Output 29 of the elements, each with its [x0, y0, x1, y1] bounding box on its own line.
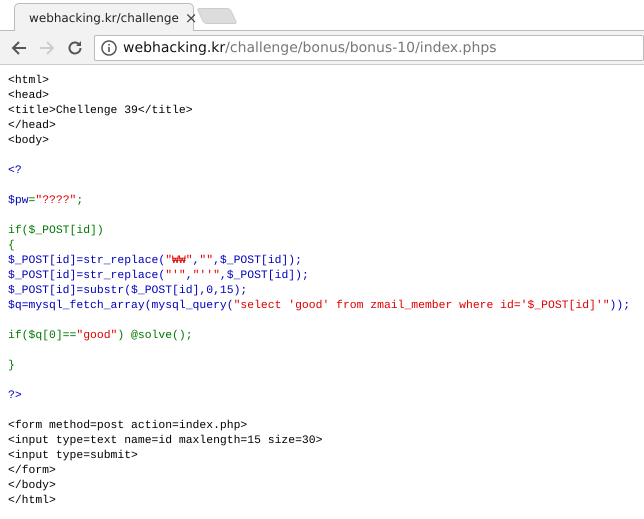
code-line: <form method=post action=index.php>: [8, 419, 248, 434]
code-line: <head>: [8, 89, 50, 104]
info-icon[interactable]: [101, 40, 117, 56]
code-line: {: [8, 239, 15, 254]
code-line: $_POST[id]=substr($_POST[id],0,15);: [8, 284, 248, 299]
code-line: $_POST[id]=str_replace("₩₩","",$_POST[id]);: [8, 254, 302, 269]
code-line: $pw="????";: [8, 194, 84, 209]
code-line: $q=mysql_fetch_array(mysql_query("select 'good' from zmail_member where id='$_POST[id]'"));: [8, 299, 630, 314]
address-bar[interactable]: webhacking.kr/challenge/bonus/bonus-10/index.phps: [94, 34, 644, 60]
back-icon[interactable]: [10, 38, 28, 56]
code-line: </html>: [8, 494, 56, 509]
code-line: </body>: [8, 479, 56, 494]
code-line: <body>: [8, 134, 50, 149]
code-line: $_POST[id]=str_replace("'","''",$_POST[id]);: [8, 269, 309, 284]
browser-tab[interactable]: webhacking.kr/challenge ×: [14, 3, 194, 31]
code-line: <input type=text name=id maxlength=15 size=30>: [8, 434, 322, 449]
code-line: <input type=submit>: [8, 449, 138, 464]
code-line: }: [8, 359, 15, 374]
code-line: </head>: [8, 119, 56, 134]
tab-title: webhacking.kr/challenge: [29, 10, 179, 24]
code-line: <title>Chellenge 39</title>: [8, 104, 193, 119]
code-line: ?>: [8, 389, 22, 404]
code-line: </form>: [8, 464, 56, 479]
code-line: <html>: [8, 74, 50, 89]
code-line: if($_POST[id]): [8, 224, 104, 239]
reload-icon[interactable]: [66, 38, 84, 56]
code-line: if($q[0]=="good") @solve();: [8, 329, 193, 344]
url-text: webhacking.kr/challenge/bonus/bonus-10/index.phps: [123, 40, 496, 56]
code-line: <?: [8, 164, 22, 179]
